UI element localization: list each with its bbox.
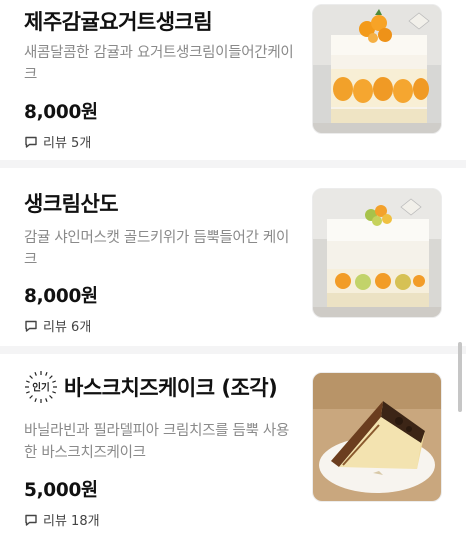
menu-item-price: 8,000원 [24,286,98,307]
cake-image [313,373,441,501]
review-count[interactable]: 리뷰 6개 [24,316,91,335]
menu-item-title-row: 제주감귤요거트생크림 [24,6,213,36]
popular-badge-label: 인기 [32,382,49,394]
review-label: 리뷰 6개 [43,320,92,335]
menu-item-title-row: 인기 바스크치즈케이크 (조각) [24,370,278,404]
menu-item-description: 바닐라빈과 필라델피아 크림치즈를 듬뿍 사용한 바스크치즈케이크 [24,423,289,461]
menu-item-title-row: 생크림산도 [24,188,119,218]
scrollbar-thumb[interactable] [458,342,462,412]
menu-item-name: 생크림산도 [24,192,119,216]
basque-cheesecake-photo[interactable] [312,372,442,502]
review-count[interactable]: 리뷰 5개 [24,132,91,151]
review-count[interactable]: 리뷰 18개 [24,510,100,529]
cream-sando-cake-photo[interactable] [312,188,442,318]
cake-image [313,5,441,133]
menu-list: 제주감귤요거트생크림 새콤달콤한 감귤과 요거트생크림이들어간케이크 8,000… [0,0,466,536]
section-divider [0,160,466,168]
menu-item-description: 감귤 샤인머스캣 골드키위가 듬뿍들어간 케이크 [24,230,289,268]
menu-item-cream-sando[interactable]: 생크림산도 감귤 샤인머스캣 골드키위가 듬뿍들어간 케이크 8,000원 리뷰… [0,168,466,346]
menu-item-name: 제주감귤요거트생크림 [24,10,213,34]
comment-icon [25,514,37,526]
comment-icon [25,136,37,148]
menu-item-name: 바스크치즈케이크 (조각) [64,376,278,400]
menu-item-description: 새콤달콤한 감귤과 요거트생크림이들어간케이크 [24,45,294,83]
menu-item-tangerine-yogurt-cream[interactable]: 제주감귤요거트생크림 새콤달콤한 감귤과 요거트생크림이들어간케이크 8,000… [0,0,466,160]
menu-item-price: 5,000원 [24,480,98,501]
section-divider [0,346,466,354]
menu-item-price: 8,000원 [24,102,98,123]
review-label: 리뷰 18개 [43,514,100,529]
cake-image [313,189,441,317]
tangerine-yogurt-cake-photo[interactable] [312,4,442,134]
popular-badge-icon: 인기 [25,371,57,403]
menu-item-basque-cheesecake[interactable]: 인기 바스크치즈케이크 (조각) 바닐라빈과 필라델피아 크림치즈를 듬뿍 사용… [0,354,466,536]
review-label: 리뷰 5개 [43,136,92,151]
comment-icon [25,320,37,332]
